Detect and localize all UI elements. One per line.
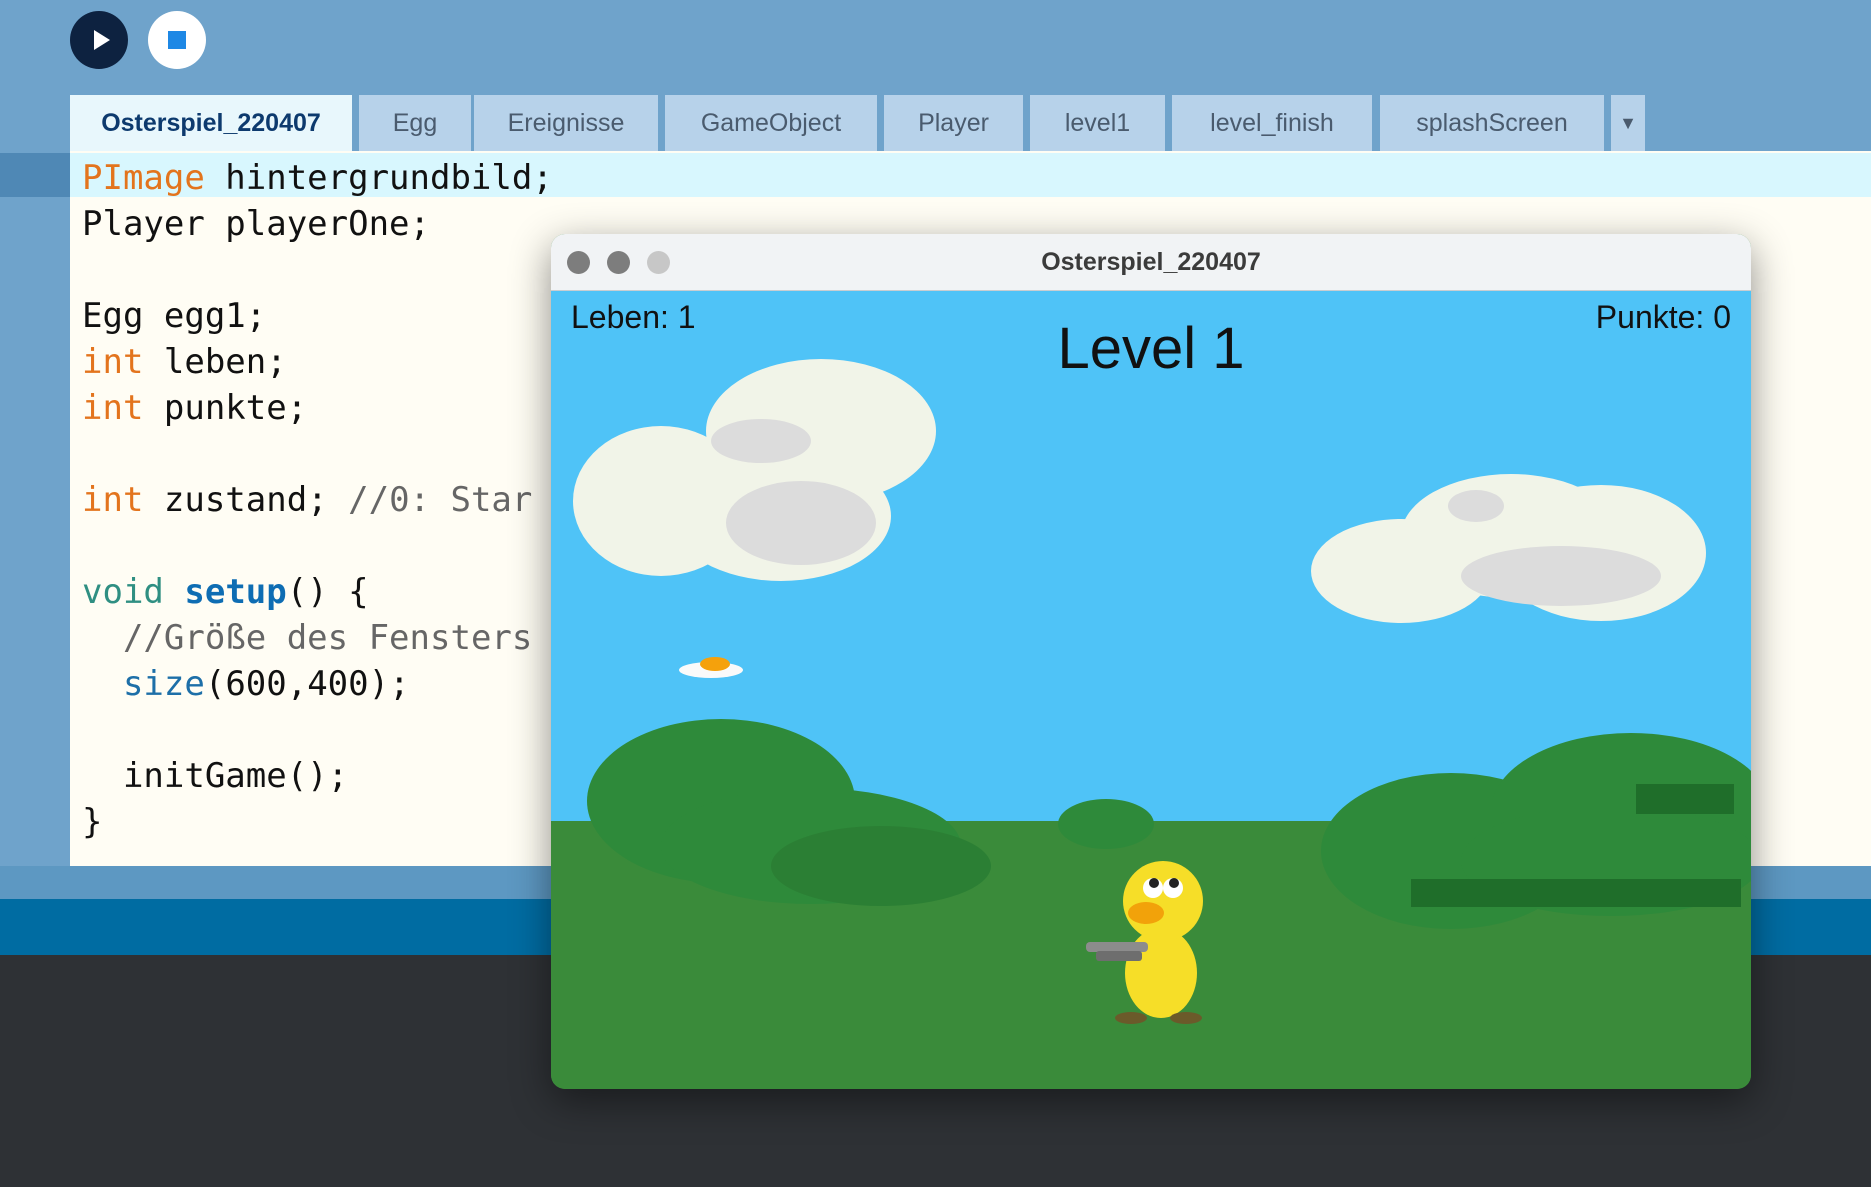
- chevron-down-icon: ▼: [1619, 112, 1637, 133]
- code-line-12: size(600,400);: [122, 664, 410, 704]
- run-button[interactable]: [70, 11, 128, 69]
- code-line-15: }: [82, 802, 103, 842]
- game-scene: [551, 291, 1751, 1089]
- active-line-marker: [0, 153, 70, 197]
- tab-player[interactable]: Player: [884, 95, 1023, 151]
- tab-osterspiel[interactable]: Osterspiel_220407: [70, 95, 352, 151]
- code-line-8: int zustand; //0: Star: [82, 480, 533, 520]
- tab-splashscreen[interactable]: splashScreen: [1380, 95, 1604, 151]
- tab-bar: Osterspiel_220407 Egg Ereignisse GameObj…: [0, 95, 1871, 151]
- tab-ereignisse[interactable]: Ereignisse: [474, 95, 658, 151]
- code-line-2: Player playerOne;: [82, 204, 430, 244]
- tab-level-finish[interactable]: level_finish: [1172, 95, 1372, 151]
- tab-level1[interactable]: level1: [1030, 95, 1165, 151]
- game-canvas[interactable]: Leben: 1 Punkte: 0 Level 1: [551, 291, 1751, 1089]
- code-line-4: Egg egg1;: [82, 296, 267, 336]
- tab-gameobject[interactable]: GameObject: [665, 95, 877, 151]
- code-line-10: void setup() {: [82, 572, 369, 612]
- code-line-1: PImage hintergrundbild;: [82, 158, 553, 198]
- window-title: Osterspiel_220407: [1041, 248, 1261, 276]
- level-title: Level 1: [1057, 316, 1245, 381]
- code-line-6: int punkte;: [82, 388, 308, 428]
- tab-overflow-menu[interactable]: ▼: [1611, 95, 1645, 151]
- code-line-14: initGame();: [82, 756, 349, 796]
- tab-egg[interactable]: Egg: [359, 95, 471, 151]
- window-titlebar[interactable]: Osterspiel_220407: [551, 234, 1751, 291]
- code-line-5: int leben;: [82, 342, 287, 382]
- ide-toolbar: [0, 0, 1871, 95]
- stop-button[interactable]: [148, 11, 206, 69]
- line-number-gutter: [0, 151, 70, 866]
- sketch-window[interactable]: Osterspiel_220407 Leben: 1 Punkte: 0 Lev…: [551, 234, 1751, 1089]
- stop-icon: [168, 31, 186, 49]
- play-icon: [94, 30, 110, 50]
- code-line-11: //Größe des Fensters: [122, 618, 533, 658]
- bush-small: [1058, 799, 1154, 849]
